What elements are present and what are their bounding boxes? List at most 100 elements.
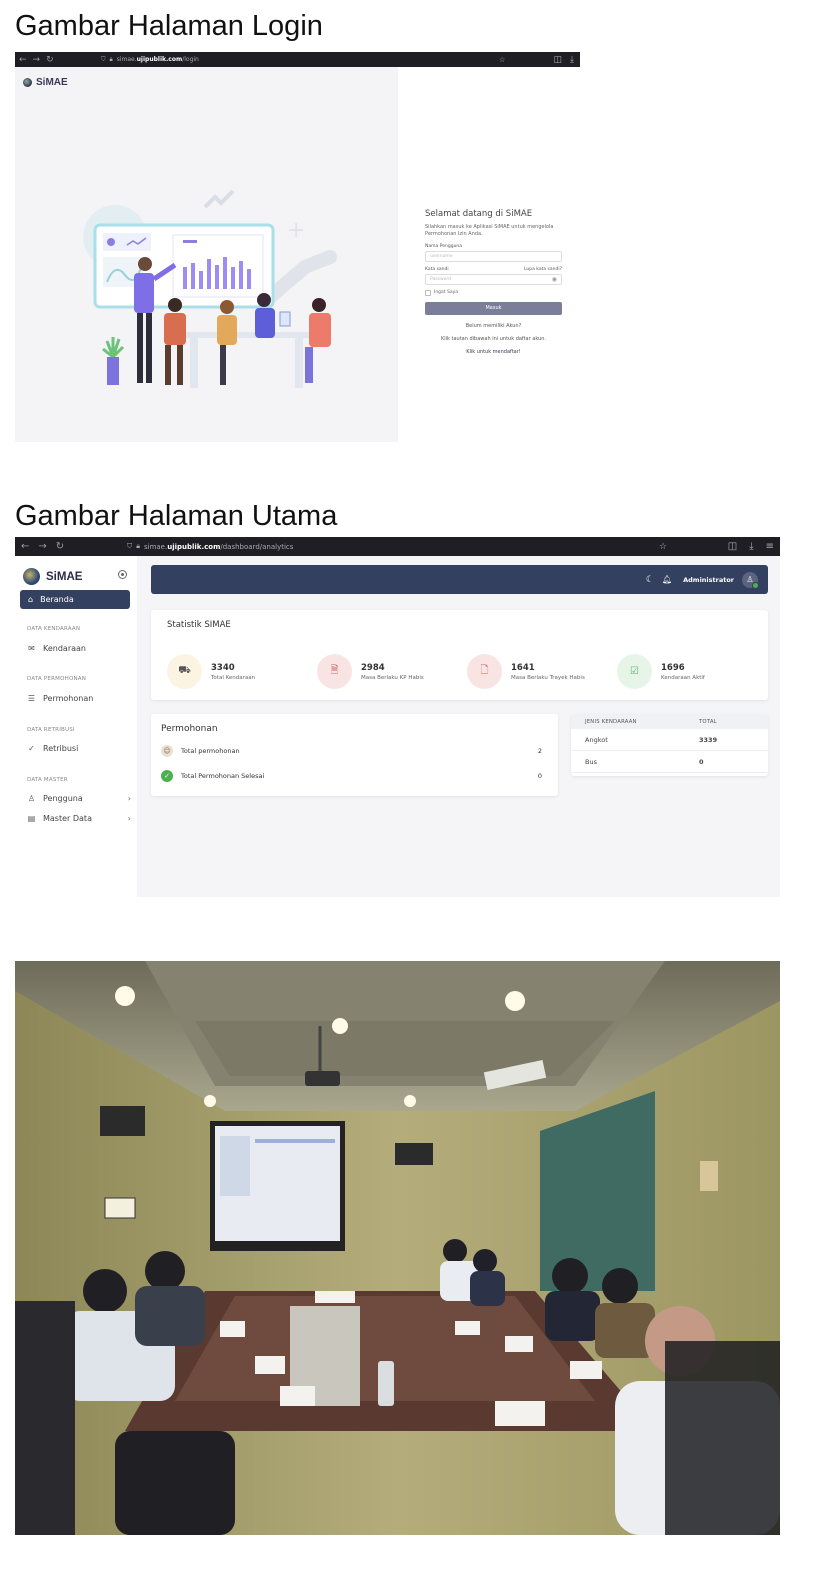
list-item: ☺ Total permohonan 2 xyxy=(161,745,542,757)
check-icon: ✓ xyxy=(28,744,35,753)
sidebar-item-permohonan[interactable]: ☰ Permohonan xyxy=(27,694,131,703)
stat-trayek-habis: 🗋︎ 1641 Masa Berlaku Trayek Habis xyxy=(467,654,585,689)
address-bar[interactable]: ⛉ 🔒︎ simae.ujipublik.com/login xyxy=(101,56,199,64)
column-header: JENIS KENDARAAN xyxy=(585,718,637,725)
truck-icon: ⛟ xyxy=(167,654,202,689)
moon-icon[interactable]: ☾ xyxy=(646,575,654,585)
url-prefix: simae. xyxy=(143,542,168,551)
logo-icon xyxy=(23,568,40,585)
chevron-right-icon: › xyxy=(127,814,131,823)
pocket-icon[interactable]: ◫ xyxy=(554,55,563,65)
user-icon: ♙ xyxy=(746,575,754,584)
table-cell: Bus xyxy=(585,757,597,766)
browser-nav: ← → ↻ xyxy=(15,55,54,65)
forward-icon[interactable]: → xyxy=(33,55,41,65)
table-cell: 0 xyxy=(699,757,704,766)
username-input[interactable]: username xyxy=(425,250,562,262)
stat-value: 1696 xyxy=(661,662,685,673)
stat-kp-habis: 🗎︎ 2984 Masa Berlaku KP Habis xyxy=(317,654,424,689)
menu-icon[interactable]: ≡ xyxy=(766,541,774,552)
heading-login: Gambar Halaman Login xyxy=(15,10,323,42)
stat-value: 3340 xyxy=(211,662,235,673)
reload-icon[interactable]: ↻ xyxy=(56,541,64,552)
user-name[interactable]: Administrator xyxy=(683,576,734,584)
pocket-icon[interactable]: ◫ xyxy=(728,541,737,552)
lock-icon: 🔒︎ xyxy=(136,542,140,550)
browser-toolbar: ← → ↻ ⛉ 🔒︎ simae.ujipublik.com/login ☆ ◫… xyxy=(15,52,580,67)
section-data-kendaraan: DATA KENDARAAN xyxy=(27,626,81,632)
eye-icon[interactable]: ◉ xyxy=(552,276,557,283)
reload-icon[interactable]: ↻ xyxy=(46,55,54,65)
row-value: 0 xyxy=(537,772,542,780)
check-square-icon: ☑ xyxy=(617,654,652,689)
register-link[interactable]: Klik untuk mendaftar! xyxy=(425,349,562,355)
file-icon: 🗋︎ xyxy=(467,654,502,689)
stat-label: Total Kendaraan xyxy=(211,674,256,681)
user-icon: ♙ xyxy=(27,794,36,803)
address-bar[interactable]: ⛉ 🔒︎ simae.ujipublik.com/dashboard/analy… xyxy=(127,542,293,551)
bell-icon[interactable]: 🔔︎ xyxy=(662,575,672,584)
team-presentation-illustration: + xyxy=(83,189,337,388)
sidebar-item-label: Permohonan xyxy=(43,694,94,703)
document-icon: 🗎︎ xyxy=(317,654,352,689)
top-navbar: ☾ 🔔︎ Administrator ♙ xyxy=(151,565,768,594)
sidebar-item-kendaraan[interactable]: ✉ Kendaraan xyxy=(27,644,131,653)
row-label: Total permohonan xyxy=(181,747,240,755)
home-icon: ⌂ xyxy=(28,595,34,604)
table-cell: 3339 xyxy=(699,735,718,744)
stat-kendaraan-aktif: ☑ 1696 Kendaraan Aktif xyxy=(617,654,705,689)
password-label: Kata sandi xyxy=(425,266,449,272)
chevron-right-icon: › xyxy=(127,794,131,803)
password-input[interactable]: Password ◉ xyxy=(425,273,562,285)
list-item: ✓ Total Permohonan Selesai 0 xyxy=(161,770,542,782)
heading-main: Gambar Halaman Utama xyxy=(15,500,338,532)
sidebar-item-label: Master Data xyxy=(43,814,92,823)
password-placeholder: Password xyxy=(430,276,452,282)
mail-icon: ✉ xyxy=(28,644,35,653)
login-submit-button[interactable]: Masuk xyxy=(425,301,562,315)
download-icon[interactable]: ⤓ xyxy=(749,541,753,552)
download-icon[interactable]: ⤓ xyxy=(570,55,574,65)
forgot-password-link[interactable]: Lupa kata sandi? xyxy=(524,267,562,272)
shield-icon: ⛉ xyxy=(101,55,106,63)
forward-icon[interactable]: → xyxy=(38,541,46,552)
sidebar-item-retribusi[interactable]: ✓ Retribusi xyxy=(27,744,131,753)
lock-icon: 🔒︎ xyxy=(109,55,113,63)
sidebar-item-label: Pengguna xyxy=(43,794,83,803)
avatar[interactable]: ♙ xyxy=(742,571,759,589)
check-circle-icon: ✓ xyxy=(161,770,173,782)
stat-value: 2984 xyxy=(361,662,385,673)
bookmark-star-icon[interactable]: ☆ xyxy=(659,542,667,552)
sidebar-item-master-data[interactable]: ▤ Master Data › xyxy=(27,814,131,823)
sidebar: SiMAE ⌂ Beranda DATA KENDARAAN ✉ Kendara… xyxy=(15,556,137,897)
svg-text:+: + xyxy=(287,218,305,243)
checkbox-box[interactable] xyxy=(425,289,431,296)
url-path: /dashboard/analytics xyxy=(220,542,294,551)
sidebar-item-beranda[interactable]: ⌂ Beranda xyxy=(20,590,130,609)
sidebar-toggle-icon[interactable] xyxy=(118,570,127,579)
sidebar-item-label: Kendaraan xyxy=(43,644,86,653)
back-icon[interactable]: ← xyxy=(21,541,29,552)
sidebar-item-pengguna[interactable]: ♙ Pengguna › xyxy=(27,794,131,803)
url-domain: ujipublik.com xyxy=(136,56,183,63)
sidebar-brand[interactable]: SiMAE xyxy=(23,568,82,585)
url-prefix: simae. xyxy=(116,56,137,63)
username-label: Nama Pengguna xyxy=(425,243,463,249)
row-value: 2 xyxy=(537,747,542,755)
meeting-room-photo xyxy=(15,961,780,1535)
remember-me-checkbox[interactable]: Ingat Saya xyxy=(425,289,562,296)
shield-icon: ⛉ xyxy=(127,542,133,550)
stat-label: Masa Berlaku Trayek Habis xyxy=(511,674,585,681)
server-icon: ☰ xyxy=(27,694,36,703)
stat-total-kendaraan: ⛟ 3340 Total Kendaraan xyxy=(167,654,255,689)
table-cell: Angkot xyxy=(585,735,608,744)
browser-toolbar: ← → ↻ ⛉ 🔒︎ simae.ujipublik.com/dashboard… xyxy=(15,537,780,556)
table-row: Angkot 3339 xyxy=(571,729,768,751)
login-form: Selamat datang di SiMAE Silahkan masuk k… xyxy=(425,209,562,362)
user-avatar-icon: ☺ xyxy=(161,745,173,757)
jenis-kendaraan-table: JENIS KENDARAAN TOTAL Angkot 3339 Bus 0 xyxy=(571,714,768,776)
back-icon[interactable]: ← xyxy=(19,55,27,65)
statistics-card: Statistik SIMAE ⛟ 3340 Total Kendaraan 🗎︎… xyxy=(151,610,768,700)
browser-nav: ← → ↻ xyxy=(15,541,64,552)
bookmark-star-icon[interactable]: ☆ xyxy=(499,56,505,64)
